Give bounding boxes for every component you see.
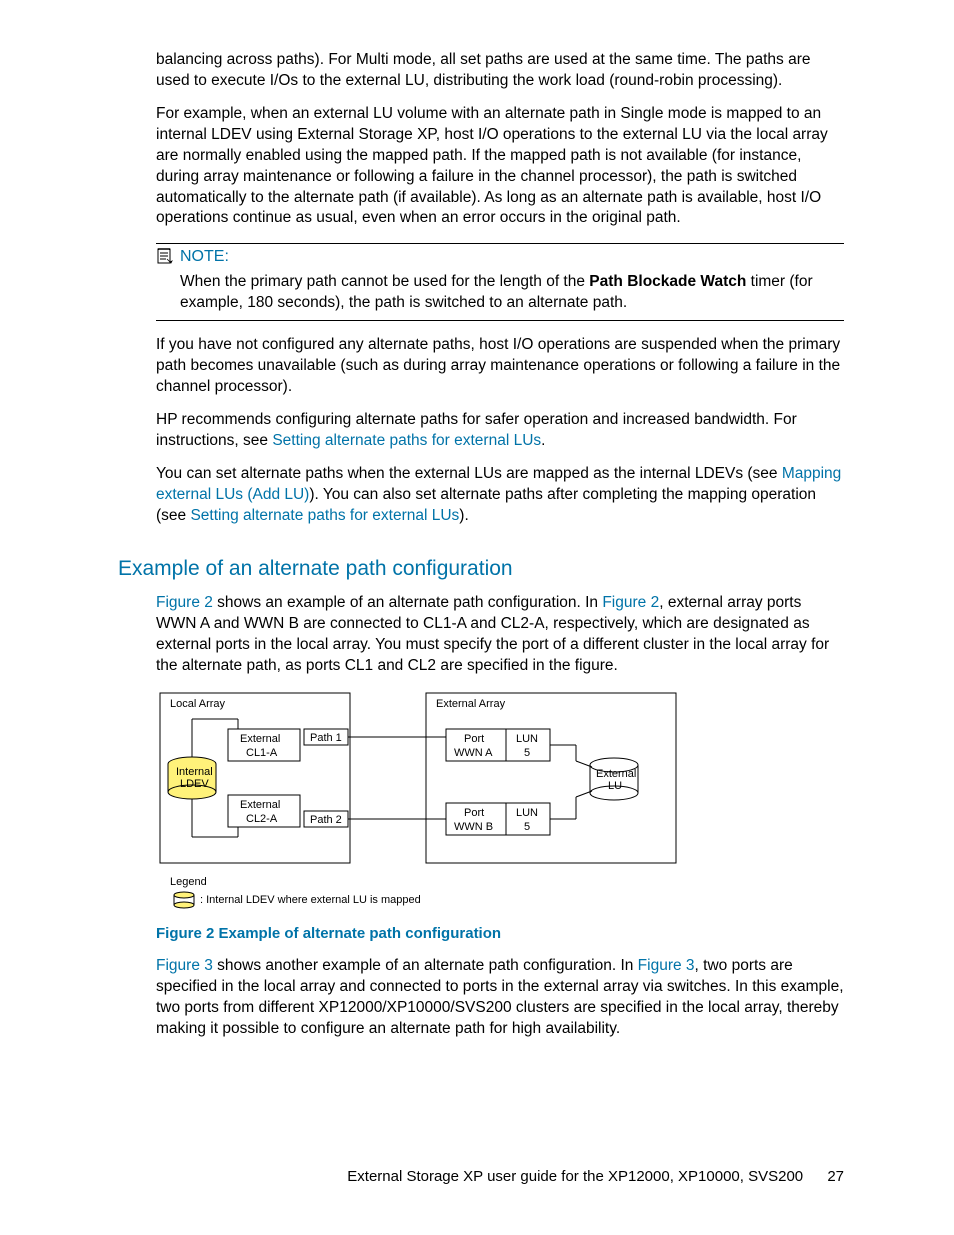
paragraph: balancing across paths). For Multi mode,… — [156, 50, 844, 92]
note-heading: NOTE: — [180, 246, 229, 268]
diagram-label: Path 1 — [310, 732, 342, 744]
diagram-label: Internal — [176, 766, 213, 778]
diagram-label: Path 2 — [310, 814, 342, 826]
link-alternate-paths[interactable]: Setting alternate paths for external LUs — [190, 507, 459, 524]
section-heading: Example of an alternate path configurati… — [118, 555, 844, 583]
page-number: 27 — [827, 1168, 844, 1185]
diagram-label: LDEV — [180, 778, 209, 790]
legend-label: Legend — [170, 876, 207, 888]
link-figure-3[interactable]: Figure 3 — [156, 957, 213, 974]
text: shows an example of an alternate path co… — [213, 594, 602, 611]
text: . — [541, 432, 545, 449]
diagram-label: External — [240, 733, 280, 745]
diagram-label: Local Array — [170, 698, 226, 710]
text: You can set alternate paths when the ext… — [156, 465, 782, 482]
diagram-label: Port — [464, 733, 484, 745]
diagram-label: CL2-A — [246, 813, 278, 825]
diagram-label: WWN B — [454, 821, 493, 833]
diagram-label: External — [596, 768, 636, 780]
paragraph: Figure 2 shows an example of an alternat… — [156, 593, 844, 677]
diagram-label: 5 — [524, 821, 530, 833]
link-figure-2[interactable]: Figure 2 — [602, 594, 659, 611]
text: ). — [459, 507, 468, 524]
separator — [156, 320, 844, 321]
link-alternate-paths[interactable]: Setting alternate paths for external LUs — [272, 432, 541, 449]
figure-2-diagram: Local Array Internal LDEV External — [156, 689, 682, 914]
text-bold: Path Blockade Watch — [589, 273, 746, 290]
footer-title: External Storage XP user guide for the X… — [347, 1168, 803, 1185]
note-icon — [156, 247, 176, 272]
paragraph: If you have not configured any alternate… — [156, 335, 844, 398]
diagram-label: External — [240, 799, 280, 811]
diagram-label: LUN — [516, 807, 538, 819]
text: shows another example of an alternate pa… — [213, 957, 638, 974]
paragraph: You can set alternate paths when the ext… — [156, 464, 844, 527]
note-block: NOTE: — [156, 246, 844, 272]
page-footer: External Storage XP user guide for the X… — [347, 1167, 844, 1187]
diagram-label: 5 — [524, 747, 530, 759]
diagram-label: WWN A — [454, 747, 493, 759]
note-body: When the primary path cannot be used for… — [180, 272, 844, 314]
paragraph: HP recommends configuring alternate path… — [156, 410, 844, 452]
diagram-label: LU — [608, 780, 622, 792]
legend-text: : Internal LDEV where external LU is map… — [200, 894, 421, 906]
diagram-label: External Array — [436, 698, 506, 710]
paragraph: Figure 3 shows another example of an alt… — [156, 956, 844, 1040]
text: When the primary path cannot be used for… — [180, 273, 589, 290]
link-figure-2[interactable]: Figure 2 — [156, 594, 213, 611]
diagram-label: CL1-A — [246, 747, 278, 759]
diagram-label: Port — [464, 807, 484, 819]
separator — [156, 243, 844, 244]
link-figure-3[interactable]: Figure 3 — [638, 957, 695, 974]
paragraph: For example, when an external LU volume … — [156, 104, 844, 230]
diagram-label: LUN — [516, 733, 538, 745]
figure-caption: Figure 2 Example of alternate path confi… — [156, 924, 844, 944]
